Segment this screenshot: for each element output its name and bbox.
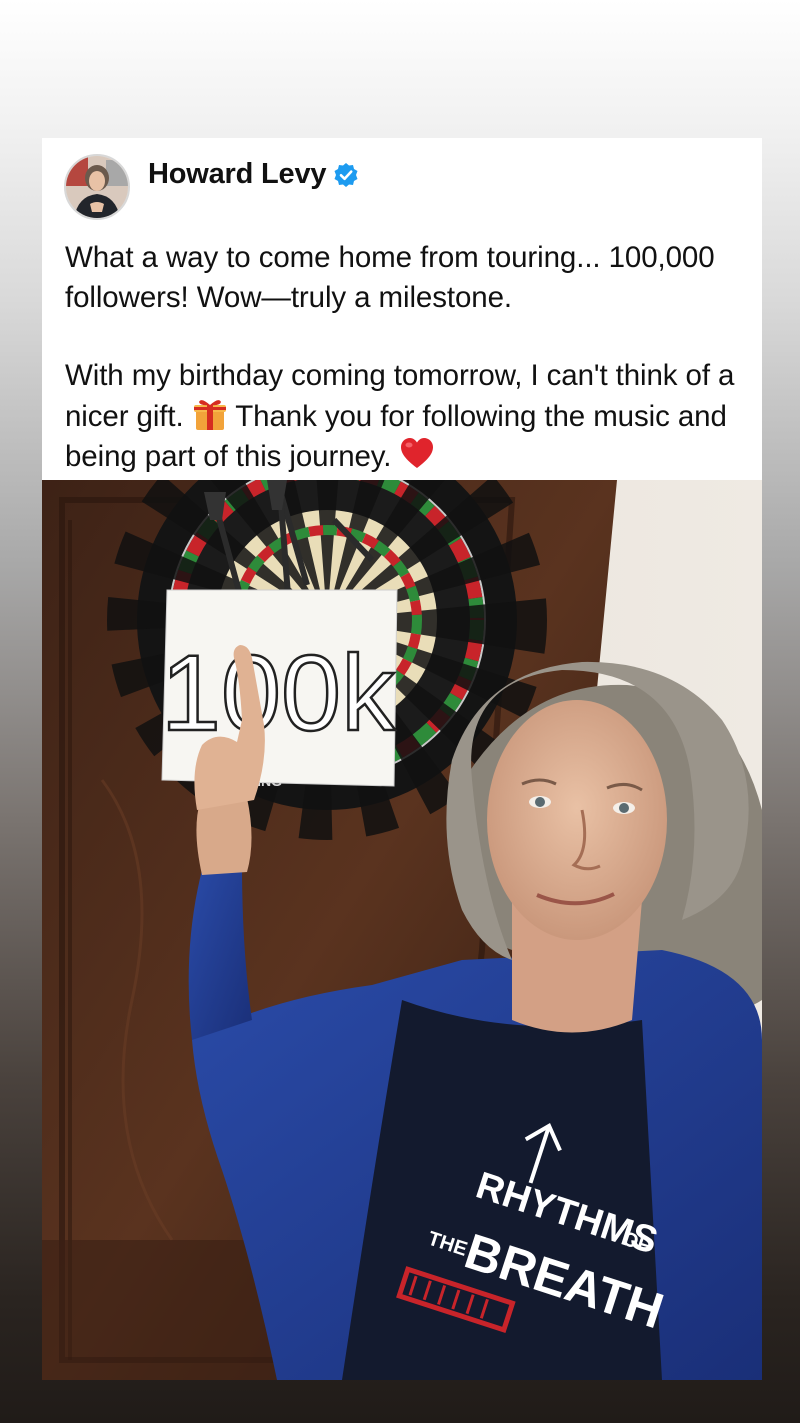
sign-text: 100k [161,632,396,753]
gift-icon [193,399,226,430]
author-row: Howard Levy [148,158,359,191]
post-card: Howard Levy What a way to come home from… [42,138,762,1380]
story-screen: { "post": { "author": "Howard Levy", "ve… [0,0,800,1423]
photo-scene: KING 100k [42,480,762,1380]
author-name[interactable]: Howard Levy [148,158,327,191]
post-header: Howard Levy [64,154,359,224]
post-photo[interactable]: KING 100k [42,480,762,1380]
paper-sign: 100k [160,589,398,787]
red-heart-icon [401,438,434,468]
post-paragraph-1: What a way to come home from touring... … [65,241,715,314]
avatar-photo [66,156,128,218]
post-text: What a way to come home from touring... … [65,238,755,477]
post-paragraph-2: With my birthday coming tomorrow, I can'… [65,356,755,477]
verified-badge-icon [334,162,358,187]
avatar[interactable] [64,154,130,220]
